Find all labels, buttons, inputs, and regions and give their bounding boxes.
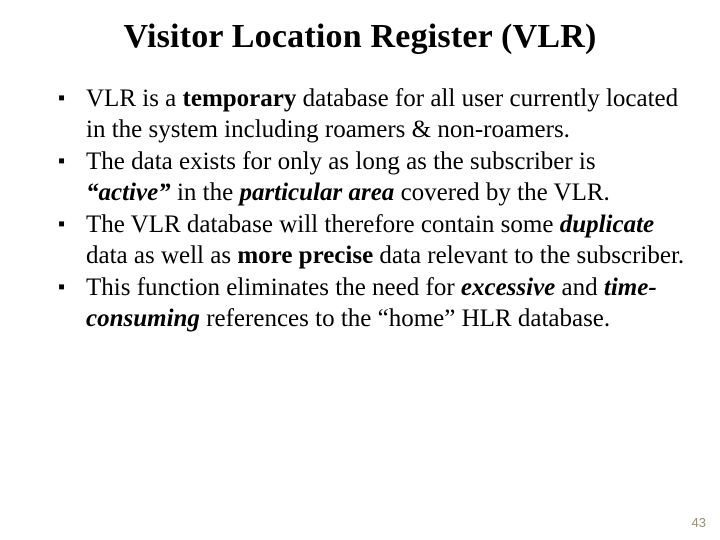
page-number: 43 (692, 515, 706, 530)
list-item: The data exists for only as long as the … (58, 147, 686, 208)
list-item: VLR is a temporary database for all user… (58, 84, 686, 145)
list-item: The VLR database will therefore contain … (58, 210, 686, 271)
text-run: and (555, 274, 604, 301)
text-run-bold-italic: duplicate (560, 211, 654, 238)
text-run: references to the “home” HLR database. (200, 305, 610, 332)
text-run-bold: more precise (237, 242, 373, 269)
text-run-bold: temporary (183, 85, 297, 112)
text-run: The data exists for only as long as the … (86, 148, 596, 175)
slide-title: Visitor Location Register (VLR) (34, 18, 686, 56)
text-run: This function eliminates the need for (86, 274, 461, 301)
text-run: data as well as (86, 242, 237, 269)
text-run-bold-italic: “active” (86, 179, 171, 206)
text-run: data relevant to the subscriber. (373, 242, 684, 269)
bullet-list: VLR is a temporary database for all user… (34, 84, 686, 334)
text-run: The VLR database will therefore contain … (86, 211, 560, 238)
text-run-bold-italic: excessive (461, 274, 555, 301)
text-run-bold-italic: particular area (239, 179, 394, 206)
text-run: VLR is a (86, 85, 183, 112)
list-item: This function eliminates the need for ex… (58, 273, 686, 334)
text-run: in the (171, 179, 240, 206)
text-run: covered by the VLR. (394, 179, 609, 206)
